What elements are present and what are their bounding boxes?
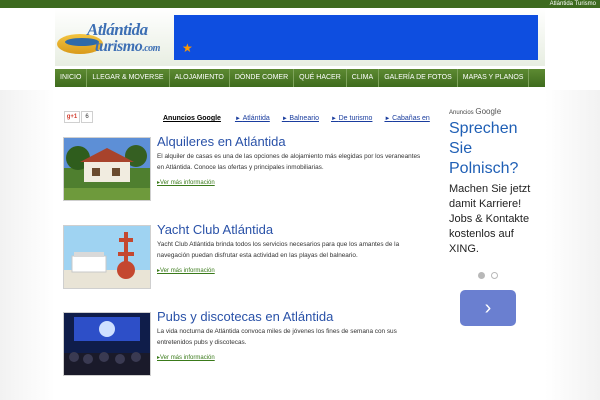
read-more-link[interactable]: Ver más información xyxy=(157,267,215,274)
nav-item-que-hacer[interactable]: QUÉ HACER xyxy=(294,69,347,87)
logo-line1: Atlántida xyxy=(87,20,148,39)
nav-item-clima[interactable]: CLIMA xyxy=(347,69,380,87)
article-alquileres: Alquileres en Atlántida El alquiler de c… xyxy=(63,134,483,201)
logo-line2: turismo.com xyxy=(95,38,160,55)
nav-item-donde-comer[interactable]: DÓNDE COMER xyxy=(230,69,295,87)
article-thumbnail-houses[interactable] xyxy=(63,137,151,201)
main-nav: INICIO LLEGAR & MOVERSE ALOJAMIENTO DÓND… xyxy=(55,69,545,87)
header: Atlántida turismo.com ★ xyxy=(55,8,545,66)
sidebar-ad-label[interactable]: Anuncios Google xyxy=(449,107,501,116)
sidebar-ad-body: Machen Sie jetzt damit Karriere! Jobs & … xyxy=(449,183,531,255)
ad-link-cabanas[interactable]: Cabañas en xyxy=(384,114,430,124)
article-thumbnail-nightlife[interactable] xyxy=(63,312,151,376)
star-icon: ★ xyxy=(182,41,193,55)
ad-carousel-dots xyxy=(478,272,498,279)
read-more-link[interactable]: Ver más información xyxy=(157,179,215,186)
ad-link-de-turismo[interactable]: De turismo xyxy=(331,114,373,124)
site-name-link[interactable]: Atlántida Turismo xyxy=(550,0,596,8)
article-summary: La vida nocturna de Atlántida convoca mi… xyxy=(157,328,397,346)
nav-item-alojamiento[interactable]: ALOJAMIENTO xyxy=(170,69,230,87)
site-logo[interactable]: Atlántida turismo.com xyxy=(57,14,169,62)
nav-item-mapas[interactable]: MAPAS Y PLANOS xyxy=(458,69,530,87)
carousel-dot[interactable] xyxy=(491,272,498,279)
sidebar-ad-title[interactable]: Sprechen Sie Polnisch? xyxy=(449,119,539,179)
ad-links-label[interactable]: Anuncios Google xyxy=(163,114,221,124)
article-thumbnail-yacht-club[interactable] xyxy=(63,225,151,289)
article-yacht-club: Yacht Club Atlántida Yacht Club Atlántid… xyxy=(63,222,483,289)
read-more-link[interactable]: Ver más información xyxy=(157,354,215,361)
google-plus-count: 6 xyxy=(81,111,93,123)
header-banner-ad[interactable]: ★ xyxy=(174,15,538,60)
nav-item-galeria[interactable]: GALERÍA DE FOTOS xyxy=(379,69,458,87)
ad-links-bar: Anuncios Google Atlántida Balneario De t… xyxy=(163,114,442,124)
article-title[interactable]: Alquileres en Atlántida xyxy=(157,134,286,149)
article-summary: Yacht Club Atlántida brinda todos los se… xyxy=(157,241,400,259)
ad-link-balneario[interactable]: Balneario xyxy=(282,114,319,124)
nav-item-llegar[interactable]: LLEGAR & MOVERSE xyxy=(87,69,170,87)
ad-link-atlantida[interactable]: Atlántida xyxy=(235,114,270,124)
top-bar: Atlántida Turismo xyxy=(0,0,600,8)
nav-item-inicio[interactable]: INICIO xyxy=(55,69,88,87)
chevron-right-icon[interactable]: › xyxy=(460,290,516,326)
article-summary: El alquiler de casas es una de las opcio… xyxy=(157,153,421,171)
google-plus-button[interactable]: g+1 xyxy=(64,111,80,123)
article-title[interactable]: Pubs y discotecas en Atlántida xyxy=(157,309,333,324)
article-pubs-discotecas: Pubs y discotecas en Atlántida La vida n… xyxy=(63,309,483,376)
article-title[interactable]: Yacht Club Atlántida xyxy=(157,222,273,237)
carousel-dot-active[interactable] xyxy=(478,272,485,279)
